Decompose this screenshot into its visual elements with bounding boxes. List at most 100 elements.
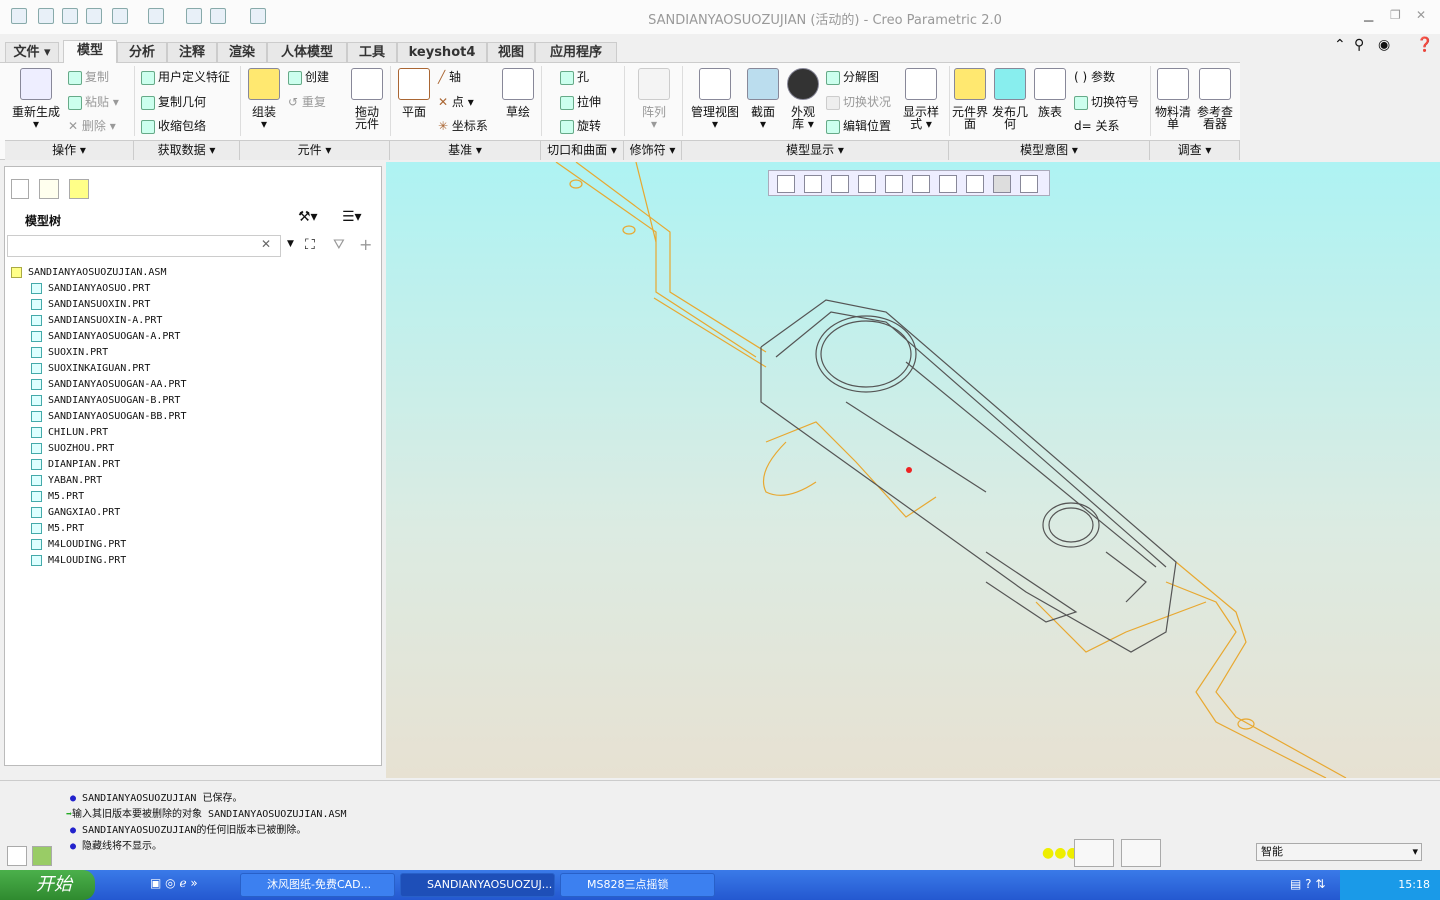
minimize-ribbon-icon[interactable]: ⌃ bbox=[1334, 37, 1346, 53]
view-manager-icon[interactable] bbox=[939, 175, 957, 193]
section-button[interactable]: 截面 ▾ bbox=[746, 68, 780, 130]
tree-item[interactable]: SANDIANYAOSUOGAN-B.PRT bbox=[31, 393, 180, 409]
clear-search-icon[interactable]: ✕ bbox=[261, 237, 271, 251]
parameters-button[interactable]: ( ) 参数 bbox=[1074, 68, 1115, 85]
taskbar-item[interactable]: MS828三点摇锁 bbox=[560, 873, 715, 897]
bom-button[interactable]: 物料清单 bbox=[1155, 68, 1191, 130]
group-operations[interactable]: 操作 ▾ bbox=[5, 140, 134, 160]
explode-button[interactable]: 分解图 bbox=[826, 68, 879, 85]
manage-views-button[interactable]: 管理视图 ▾ bbox=[690, 68, 740, 130]
spin-center-icon[interactable] bbox=[993, 175, 1011, 193]
appearance-button[interactable]: 外观库 ▾ bbox=[786, 68, 820, 130]
tab-manikin[interactable]: 人体模型 bbox=[267, 42, 347, 62]
udf-button[interactable]: 用户定义特征 bbox=[141, 68, 230, 85]
help-icon[interactable]: ❓ bbox=[1416, 37, 1433, 53]
axis-button[interactable]: ╱ 轴 bbox=[438, 68, 461, 85]
regenerate-button[interactable]: 重新生成 ▾ bbox=[8, 68, 64, 130]
tree-item[interactable]: M4LOUDING.PRT bbox=[31, 553, 126, 569]
tree-item[interactable]: M5.PRT bbox=[31, 489, 84, 505]
repaint-icon[interactable] bbox=[858, 175, 876, 193]
display-style-button[interactable]: 显示样式 ▾ bbox=[900, 68, 942, 130]
community-icon[interactable]: ◉ bbox=[1378, 37, 1390, 53]
extrude-button[interactable]: 拉伸 bbox=[560, 93, 601, 110]
tray-icons[interactable]: ▤ ? ⇅ bbox=[1290, 877, 1325, 891]
navigator-toggle-icon[interactable] bbox=[7, 846, 27, 866]
paste-button[interactable]: 粘贴 ▾ bbox=[68, 93, 119, 110]
tree-item[interactable]: GANGXIAO.PRT bbox=[31, 505, 120, 521]
tab-applications[interactable]: 应用程序 bbox=[535, 42, 617, 62]
close-icon[interactable]: ✕ bbox=[1416, 8, 1426, 22]
group-get-data[interactable]: 获取数据 ▾ bbox=[134, 140, 240, 160]
copy-button[interactable]: 复制 bbox=[68, 68, 109, 85]
add-icon[interactable]: + bbox=[359, 235, 372, 254]
group-investigate[interactable]: 调查 ▾ bbox=[1150, 140, 1240, 160]
revolve-button[interactable]: 旋转 bbox=[560, 117, 601, 134]
tree-item[interactable]: SANDIANYAOSUOGAN-BB.PRT bbox=[31, 409, 186, 425]
search-icon[interactable]: ⚲ bbox=[1354, 37, 1364, 53]
delete-button[interactable]: ✕ 删除 ▾ bbox=[68, 117, 116, 134]
point-button[interactable]: ✕ 点 ▾ bbox=[438, 93, 474, 110]
tree-item[interactable]: YABAN.PRT bbox=[31, 473, 102, 489]
taskbar-item[interactable]: 沐风图纸-免费CAD... bbox=[240, 873, 395, 897]
find-icon[interactable] bbox=[1074, 839, 1114, 867]
tree-item[interactable]: M4LOUDING.PRT bbox=[31, 537, 126, 553]
switch-symbols-button[interactable]: 切换符号 bbox=[1074, 93, 1139, 110]
publish-geometry-button[interactable]: 发布几何 bbox=[992, 68, 1028, 130]
tree-item[interactable]: CHILUN.PRT bbox=[31, 425, 108, 441]
sketch-button[interactable]: 草绘 bbox=[500, 68, 536, 118]
group-component[interactable]: 元件 ▾ bbox=[240, 140, 390, 160]
tree-item[interactable]: SANDIANYAOSUO.PRT bbox=[31, 281, 150, 297]
tree-item[interactable]: M5.PRT bbox=[31, 521, 84, 537]
edit-position-button[interactable]: 编辑位置 bbox=[826, 117, 891, 134]
group-datum[interactable]: 基准 ▾ bbox=[390, 140, 541, 160]
component-interface-button[interactable]: 元件界面 bbox=[952, 68, 988, 130]
shrinkwrap-button[interactable]: 收缩包络 bbox=[141, 117, 206, 134]
filter-icon[interactable]: ⛛ bbox=[333, 237, 345, 253]
tree-item[interactable]: SANDIANSUOXIN.PRT bbox=[31, 297, 150, 313]
tab-view[interactable]: 视图 bbox=[487, 42, 535, 62]
folder-browser-tab-icon[interactable] bbox=[39, 179, 59, 199]
group-model-display[interactable]: 模型显示 ▾ bbox=[682, 140, 949, 160]
tab-annotate[interactable]: 注释 bbox=[167, 42, 217, 62]
assemble-button[interactable]: 组装 ▾ bbox=[246, 68, 282, 130]
tree-search-input[interactable] bbox=[7, 235, 281, 257]
tab-tools[interactable]: 工具 bbox=[347, 42, 397, 62]
quick-launch-icons[interactable]: ▣ ◎ ℯ » bbox=[150, 876, 198, 890]
refit-icon[interactable] bbox=[777, 175, 795, 193]
tab-render[interactable]: 渲染 bbox=[217, 42, 267, 62]
family-table-button[interactable]: 族表 bbox=[1032, 68, 1068, 118]
hole-button[interactable]: 孔 bbox=[560, 68, 589, 85]
search-dropdown-icon[interactable]: ▼ bbox=[287, 239, 294, 249]
browser-toggle-icon[interactable] bbox=[32, 846, 52, 866]
tree-item[interactable]: DIANPIAN.PRT bbox=[31, 457, 120, 473]
plane-button[interactable]: 平面 bbox=[396, 68, 432, 118]
tab-analysis[interactable]: 分析 bbox=[117, 42, 167, 62]
copy-geometry-button[interactable]: 复制几何 bbox=[141, 93, 206, 110]
settings-icon[interactable]: ⚒▾ bbox=[298, 209, 318, 225]
zoom-out-icon[interactable] bbox=[831, 175, 849, 193]
box-select-icon[interactable] bbox=[1121, 839, 1161, 867]
group-model-intent[interactable]: 模型意图 ▾ bbox=[949, 140, 1150, 160]
display-style-icon[interactable] bbox=[885, 175, 903, 193]
group-modifiers[interactable]: 修饰符 ▾ bbox=[624, 140, 682, 160]
datum-display-icon[interactable] bbox=[966, 175, 984, 193]
reference-viewer-button[interactable]: 参考查看器 bbox=[1195, 68, 1235, 130]
restore-icon[interactable]: ❐ bbox=[1390, 8, 1401, 22]
zoom-in-icon[interactable] bbox=[804, 175, 822, 193]
graphics-viewport[interactable] bbox=[386, 161, 1440, 779]
group-cut-surface[interactable]: 切口和曲面 ▾ bbox=[541, 140, 624, 160]
tree-item[interactable]: SANDIANSUOXIN-A.PRT bbox=[31, 313, 162, 329]
pattern-button[interactable]: 阵列 ▾ bbox=[636, 68, 672, 130]
drag-components-button[interactable]: 拖动元件 bbox=[350, 68, 384, 130]
selection-filter-dropdown[interactable]: 智能 ▾ bbox=[1256, 843, 1422, 861]
csys-button[interactable]: ✳ 坐标系 bbox=[438, 117, 488, 134]
tree-item[interactable]: SUOZHOU.PRT bbox=[31, 441, 114, 457]
start-button[interactable]: 开始 bbox=[0, 870, 95, 900]
tree-item[interactable]: SUOXIN.PRT bbox=[31, 345, 108, 361]
binoculars-icon[interactable]: ⛶ bbox=[305, 237, 315, 253]
show-icon[interactable]: ☰▾ bbox=[342, 209, 362, 225]
repeat-button[interactable]: ↺ 重复 bbox=[288, 93, 326, 110]
taskbar-item[interactable]: SANDIANYAOSUOZUJ... bbox=[400, 873, 555, 897]
tab-keyshot[interactable]: keyshot4 bbox=[397, 42, 487, 62]
minimize-icon[interactable]: ▁ bbox=[1364, 8, 1373, 22]
